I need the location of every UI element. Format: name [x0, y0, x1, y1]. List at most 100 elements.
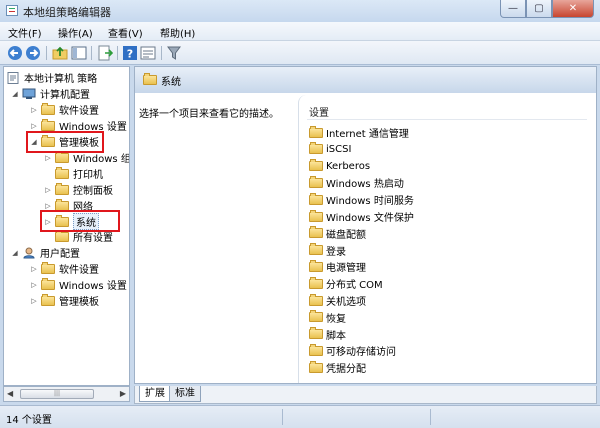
settings-list: 设置 Internet 通信管理 iSCSI Kerberos Windows 热启动… — [298, 95, 595, 383]
toolbar-separator — [91, 46, 92, 60]
up-folder-icon[interactable] — [52, 45, 68, 61]
list-item[interactable]: 凭据分配 — [309, 360, 366, 375]
menu-help[interactable]: 帮助(H) — [160, 25, 195, 40]
expand-arrow-icon[interactable]: ▷ — [44, 186, 52, 194]
folder-icon — [309, 276, 323, 289]
status-bar: 14 个设置 — [0, 405, 600, 428]
menu-view[interactable]: 查看(V) — [108, 25, 143, 40]
details-pane: 系统 选择一个项目来查看它的描述。 设置 Internet 通信管理 iSCSI K… — [134, 66, 597, 384]
highlight-box-system — [40, 210, 120, 232]
tree-label: 软件设置 — [59, 106, 99, 117]
list-item[interactable]: Kerberos — [309, 159, 370, 174]
folder-icon — [309, 209, 323, 222]
tree-label: 用户配置 — [40, 249, 80, 260]
divider — [307, 119, 587, 120]
minimize-button[interactable]: — — [500, 0, 526, 18]
list-item-label: Windows 文件保护 — [326, 213, 414, 224]
filter-icon[interactable] — [166, 45, 182, 61]
expand-arrow-icon[interactable]: ▷ — [30, 297, 38, 305]
tree-node-computer-config[interactable]: ◢ 计算机配置 — [11, 86, 90, 101]
list-item[interactable]: 登录 — [309, 243, 346, 258]
expand-arrow-icon[interactable]: ▷ — [44, 202, 52, 210]
list-item-label: 电源管理 — [326, 263, 366, 275]
expand-arrow-icon[interactable]: ▷ — [30, 122, 38, 130]
title-bar: 本地组策略编辑器 — ▢ ✕ — [0, 0, 600, 22]
list-item[interactable]: Windows 热启动 — [309, 175, 404, 190]
list-item[interactable]: Windows 时间服务 — [309, 192, 414, 207]
list-item[interactable]: 磁盘配额 — [309, 226, 366, 241]
folder-icon — [309, 243, 323, 256]
list-item[interactable]: 脚本 — [309, 327, 346, 342]
tree-node-user-windows-settings[interactable]: ▷ Windows 设置 — [30, 277, 127, 292]
folder-icon — [309, 125, 323, 138]
folder-icon — [41, 277, 55, 290]
folder-icon — [309, 159, 323, 172]
list-item-label: 分布式 COM — [326, 280, 383, 292]
folder-icon — [309, 226, 323, 239]
description-text: 选择一个项目来查看它的描述。 — [139, 109, 279, 120]
list-item[interactable]: Internet 通信管理 — [309, 125, 409, 140]
scroll-left-icon[interactable]: ◀ — [7, 389, 13, 398]
list-item[interactable]: 电源管理 — [309, 259, 366, 274]
menu-file[interactable]: 文件(F) — [8, 25, 42, 40]
list-item[interactable]: 关机选项 — [309, 293, 366, 308]
show-tree-icon[interactable] — [71, 45, 87, 61]
folder-icon — [309, 343, 323, 356]
tree-node-software-settings[interactable]: ▷ 软件设置 — [30, 102, 99, 117]
folder-icon — [309, 259, 323, 272]
tree-horizontal-scrollbar[interactable]: ◀ ||| ▶ — [3, 386, 130, 402]
tree-node-user-config[interactable]: ◢ 用户配置 — [11, 245, 80, 260]
collapse-arrow-icon[interactable]: ◢ — [11, 90, 19, 98]
folder-icon — [309, 192, 323, 205]
status-text: 14 个设置 — [6, 415, 52, 426]
list-item-label: Windows 时间服务 — [326, 196, 414, 208]
export-list-icon[interactable] — [97, 45, 113, 61]
tree-label: 软件设置 — [59, 265, 99, 276]
list-item-label: 可移动存储访问 — [326, 347, 396, 359]
close-button[interactable]: ✕ — [552, 0, 594, 18]
list-item[interactable]: 可移动存储访问 — [309, 343, 396, 358]
window-title: 本地组策略编辑器 — [23, 6, 111, 19]
tree-node-control-panel[interactable]: ▷ 控制面板 — [44, 182, 113, 197]
help-icon[interactable]: ? — [122, 45, 138, 61]
expand-arrow-icon[interactable]: ▷ — [30, 106, 38, 114]
tree-node-root[interactable]: 本地计算机 策略 — [7, 70, 97, 85]
list-item[interactable]: 分布式 COM — [309, 276, 383, 291]
expand-arrow-icon[interactable]: ▷ — [30, 281, 38, 289]
list-item[interactable]: Windows 文件保护 — [309, 209, 414, 224]
folder-icon — [41, 293, 55, 306]
column-header-setting[interactable]: 设置 — [309, 104, 329, 119]
tab-extended[interactable]: 扩展 — [139, 386, 171, 402]
status-separator — [282, 409, 283, 425]
tree-pane: 本地计算机 策略 ◢ 计算机配置 ▷ 软件设置 ▷ Windows 设置 ◢ 管… — [3, 66, 130, 386]
tab-standard[interactable]: 标准 — [169, 386, 201, 402]
back-arrow-icon[interactable] — [7, 45, 23, 61]
details-header: 系统 — [135, 67, 596, 93]
list-item[interactable]: 恢复 — [309, 310, 346, 325]
list-item-label: Kerberos — [326, 160, 371, 172]
computer-icon — [22, 88, 36, 99]
tree-node-user-software-settings[interactable]: ▷ 软件设置 — [30, 261, 99, 276]
list-item-label: 恢复 — [326, 313, 346, 325]
maximize-button[interactable]: ▢ — [526, 0, 552, 18]
expand-arrow-icon[interactable]: ▷ — [44, 154, 52, 162]
status-separator — [430, 409, 431, 425]
expand-arrow-icon[interactable]: ▷ — [30, 265, 38, 273]
list-item-label: Windows 热启动 — [326, 179, 404, 191]
tree-node-printers[interactable]: 打印机 — [55, 166, 103, 181]
scroll-thumb[interactable]: ||| — [20, 389, 94, 399]
user-icon — [23, 247, 35, 258]
folder-icon — [41, 261, 55, 274]
tree-label: 控制面板 — [73, 186, 113, 197]
scroll-right-icon[interactable]: ▶ — [120, 389, 126, 398]
properties-icon[interactable] — [140, 45, 156, 61]
folder-icon — [309, 142, 323, 155]
tree-node-user-admin-templates[interactable]: ▷ 管理模板 — [30, 293, 99, 308]
forward-arrow-icon[interactable] — [25, 45, 41, 61]
collapse-arrow-icon[interactable]: ◢ — [11, 249, 19, 257]
list-item-label: Internet 通信管理 — [326, 129, 409, 140]
list-item[interactable]: iSCSI — [309, 142, 351, 157]
toolbar-separator — [117, 46, 118, 60]
list-item-label: 磁盘配额 — [326, 229, 366, 241]
menu-action[interactable]: 操作(A) — [58, 25, 93, 40]
